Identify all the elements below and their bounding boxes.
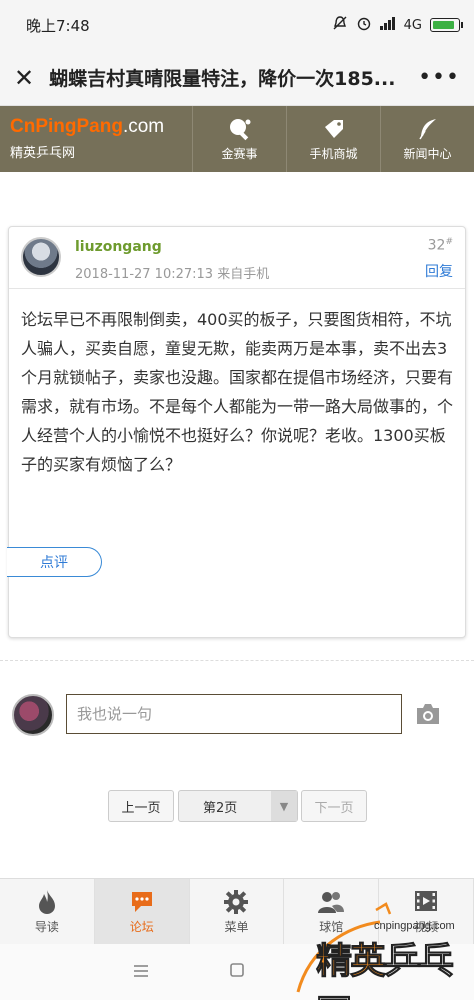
my-avatar	[12, 694, 54, 736]
nav-item-label: 新闻中心	[403, 146, 452, 161]
status-icons: 4G	[332, 15, 463, 35]
post-card: liuzongang 2018-11-27 10:27:13 来自手机 32# …	[7, 226, 466, 638]
post-content: 论坛早已不再限制倒卖，400买的板子，只要图货相符，不坑人骗人，买卖自愿，童叟无…	[21, 310, 454, 474]
nav-item-shop[interactable]: 手机商城	[286, 106, 380, 172]
logo-orange-text: CnPingPang	[10, 116, 123, 137]
signal-icon	[379, 16, 396, 34]
network-type: 4G	[403, 17, 422, 33]
comment-button[interactable]: 点评	[7, 547, 102, 577]
logo-subtitle: 精英乒乓网	[10, 146, 76, 161]
page-title: 蝴蝶吉村真晴限量特注，降价一次185...	[49, 68, 396, 90]
status-bar: 晚上7:48 4G	[0, 0, 474, 50]
tag-icon	[322, 117, 346, 141]
next-page-button[interactable]: 下一页	[301, 790, 367, 822]
flame-icon	[35, 889, 59, 915]
site-logo[interactable]: CnPingPang.com 精英乒乓网	[0, 106, 192, 172]
chat-bubble-icon	[129, 889, 155, 915]
tab-menu[interactable]: 菜单	[190, 879, 285, 944]
nav-item-events[interactable]: 金赛事	[192, 106, 286, 172]
dropdown-arrow-icon: ▼	[271, 791, 297, 821]
tab-label: 菜单	[224, 919, 249, 934]
avatar[interactable]	[21, 237, 61, 277]
battery-icon	[430, 18, 463, 32]
mute-icon	[332, 15, 348, 35]
home-icon[interactable]	[229, 962, 245, 982]
more-dots-icon[interactable]: •••	[418, 65, 460, 90]
floor-mark: #	[445, 237, 453, 247]
post-floor-number: 32#	[428, 237, 453, 254]
feather-icon	[416, 117, 440, 141]
alarm-icon	[356, 15, 372, 35]
nav-item-label: 金赛事	[221, 146, 258, 161]
post-header: liuzongang 2018-11-27 10:27:13 来自手机 32# …	[9, 227, 465, 289]
nav-item-news[interactable]: 新闻中心	[380, 106, 474, 172]
title-bar: ✕ 蝴蝶吉村真晴限量特注，降价一次185... •••	[0, 50, 474, 106]
watermark-url: cnpingpang.com	[374, 920, 455, 932]
status-time: 晚上7:48	[26, 16, 90, 35]
tab-guide[interactable]: 导读	[0, 879, 95, 944]
camera-icon[interactable]	[414, 702, 442, 726]
ping-pong-paddle-icon	[228, 117, 252, 141]
close-icon[interactable]: ✕	[14, 64, 43, 92]
post-meta: 2018-11-27 10:27:13 来自手机	[75, 267, 270, 282]
watermark-text-a: 精英	[315, 941, 386, 983]
reply-input[interactable]	[66, 694, 402, 734]
post-username[interactable]: liuzongang	[75, 239, 162, 255]
logo-white-text: .com	[122, 116, 165, 137]
recents-icon[interactable]	[133, 963, 149, 982]
tab-label: 导读	[34, 919, 59, 934]
tab-label: 论坛	[129, 919, 154, 934]
floor-value: 32	[427, 237, 446, 254]
current-page: 第2页	[203, 800, 238, 816]
page-select[interactable]: 第2页 ▼	[178, 790, 298, 822]
reply-link[interactable]: 回复	[425, 261, 453, 281]
divider	[0, 660, 474, 661]
prev-page-button[interactable]: 上一页	[108, 790, 174, 822]
site-header: CnPingPang.com 精英乒乓网 金赛事 手机商城 新闻中心	[0, 106, 474, 172]
tab-forum[interactable]: 论坛	[94, 879, 190, 944]
watermark-logo-text: 精英乒乓网	[315, 932, 474, 1000]
gear-icon	[223, 889, 249, 915]
nav-item-label: 手机商城	[309, 146, 358, 161]
